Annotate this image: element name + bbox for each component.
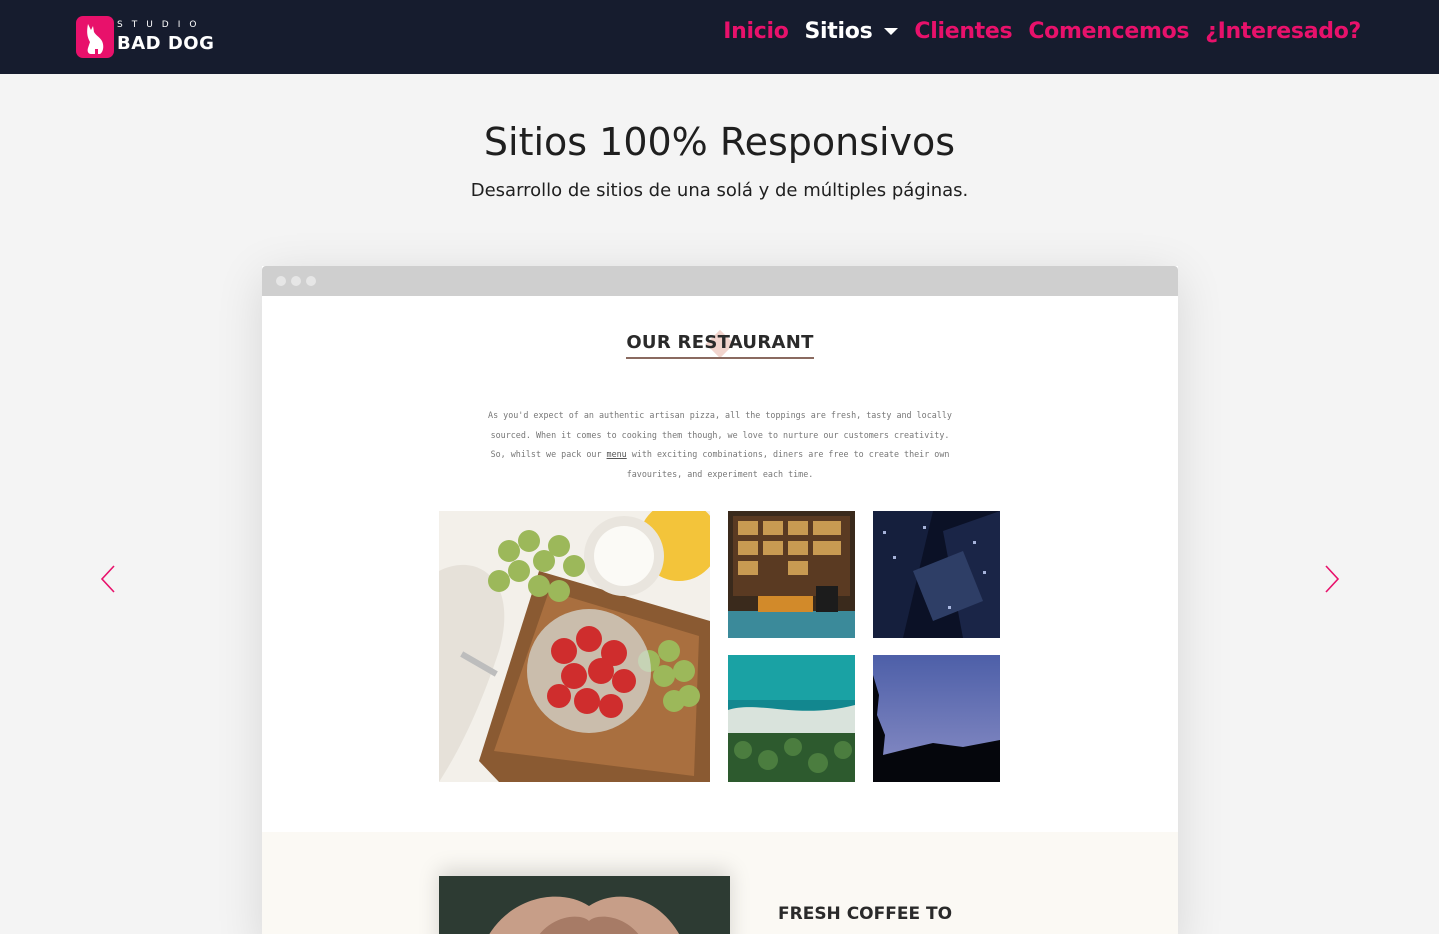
window-dot-icon [306,276,316,286]
coffee-section-heading: FRESH COFFEE TO [778,904,953,924]
coffee-photo-art [439,876,730,934]
window-dot-icon [276,276,286,286]
menu-link[interactable]: menu [607,449,627,459]
city-photo-art [873,511,1000,638]
site-intro-text: As you'd expect of an authentic artisan … [484,406,956,484]
page-title: Sitios 100% Responsivos [483,120,956,164]
nav-item-inicio[interactable]: Inicio [723,19,789,44]
window-dot-icon [291,276,301,286]
coffee-hands-photo [439,876,730,934]
city-aerial-photo [873,511,1000,638]
site-heading: OUR RESTAURANT [626,332,814,359]
logo-studio-text: STUDIO [117,20,206,30]
logo[interactable]: STUDIO BAD DOG [76,14,216,60]
browser-title-bar [262,266,1178,296]
food-photo [439,511,710,782]
nav-item-clientes[interactable]: Clientes [914,19,1012,44]
beach-photo-art [728,655,855,782]
nav-item-sitios-label: Sitios [804,19,873,44]
beach-aerial-photo [728,655,855,782]
chevron-right-icon [1325,565,1340,593]
caret-down-icon [884,28,899,35]
chevron-left-icon [100,565,115,593]
carousel-prev-button[interactable] [96,562,120,596]
night-photo-art [873,655,1000,782]
site-intro-text-part2: with exciting combinations, diners are f… [626,449,950,479]
logo-brand-name: BAD DOG [117,33,215,54]
site-section-coffee: FRESH COFFEE TO [262,832,1178,934]
cafe-photo-art [728,511,855,638]
nav-item-comencemos[interactable]: Comencemos [1028,19,1189,44]
food-photo-art [439,511,710,782]
navbar: STUDIO BAD DOG Inicio Sitios Clientes Co… [0,0,1439,74]
carousel-next-button[interactable] [1320,562,1344,596]
dog-icon [87,24,104,54]
carousel-slide-browser-mockup: OUR RESTAURANT As you'd expect of an aut… [262,266,1178,934]
main-nav: Inicio Sitios Clientes Comencemos ¿Inter… [723,19,1361,44]
cafe-interior-photo [728,511,855,638]
logo-badge [76,16,114,58]
nav-item-interesado[interactable]: ¿Interesado? [1205,19,1361,44]
nav-item-sitios-dropdown[interactable]: Sitios [805,19,899,44]
site-heading-wrap: OUR RESTAURANT [262,332,1178,359]
page-subtitle: Desarrollo de sitios de una solá y de mú… [470,180,969,201]
night-sky-photo [873,655,1000,782]
